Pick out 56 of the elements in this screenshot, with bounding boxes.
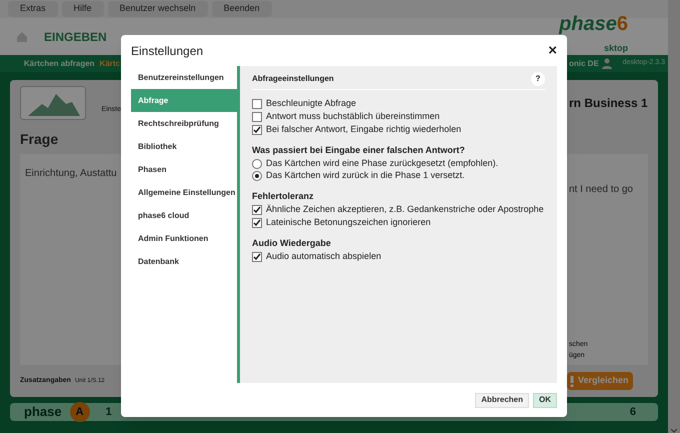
- checkbox[interactable]: [252, 124, 262, 134]
- checkbox[interactable]: [252, 204, 262, 214]
- checkbox[interactable]: [252, 112, 262, 122]
- scrollbar[interactable]: [668, 0, 680, 433]
- settings-tab[interactable]: Allgemeine Einstellungen: [131, 181, 237, 204]
- logo-word: phase: [559, 14, 617, 34]
- option-label: Das Kärtchen wird eine Phase zurückgesetzt (empfohlen).: [266, 156, 498, 170]
- exclamation-icon: [570, 376, 574, 386]
- option-label: Beschleunigte Abfrage: [266, 96, 356, 110]
- checkbox[interactable]: [252, 98, 262, 108]
- user-name: onic DE: [569, 58, 599, 70]
- dialog-title: Einstellungen: [131, 42, 204, 60]
- option-label: Bei falscher Antwort, Eingabe richtig wiederholen: [266, 122, 462, 136]
- question-heading: Frage: [20, 130, 58, 149]
- menu-item[interactable]: Extras: [8, 1, 58, 17]
- option-label: Ähnliche Zeichen akzeptieren, z.B. Gedankenstriche oder Apostrophe: [266, 202, 544, 216]
- logo-digit: 6: [616, 14, 628, 34]
- settings-tab[interactable]: Phasen: [131, 158, 237, 181]
- settings-tab[interactable]: Admin Funktionen: [131, 227, 237, 250]
- mountain-icon: [20, 86, 86, 120]
- option-label: Audio automatisch abspielen: [266, 250, 382, 264]
- check-icon: [253, 126, 261, 134]
- answer-text: nt I need to go: [569, 183, 633, 197]
- phase-number: 6: [630, 404, 636, 420]
- settings-tab[interactable]: Datenbank: [131, 250, 237, 273]
- phase-label: phase: [24, 403, 62, 422]
- check-icon: [253, 253, 261, 261]
- settings-tab[interactable]: Benutzereinstellungen: [131, 66, 237, 89]
- menu-item[interactable]: Benutzer wechseln: [108, 1, 208, 17]
- chevron-down-icon[interactable]: [671, 429, 677, 433]
- menu-item[interactable]: Beenden: [212, 1, 272, 17]
- radio-button[interactable]: [252, 158, 262, 168]
- course-title: rn Business 1: [568, 94, 648, 112]
- close-button[interactable]: ×: [548, 43, 557, 58]
- option-label: Lateinische Betonungszeichen ignorieren: [266, 216, 431, 229]
- logo-subtitle: sktop: [604, 44, 628, 53]
- section-heading: Was passiert bei Eingabe einer falschen Antwort?: [252, 144, 466, 157]
- option-label: Das Kärtchen wird zurück in die Phase 1 versetzt.: [266, 168, 465, 182]
- settings-tab[interactable]: Rechtschreibprüfung: [131, 112, 237, 135]
- settings-tab[interactable]: phase6 cloud: [131, 204, 237, 227]
- menu-item[interactable]: Hilfe: [62, 1, 104, 17]
- phase-number: 1: [106, 404, 112, 420]
- help-button[interactable]: ?: [531, 72, 545, 86]
- checkbox[interactable]: [252, 218, 262, 228]
- section-heading: Audio Wiedergabe: [252, 237, 332, 250]
- panel-title: Abfrageeinstellungen: [252, 73, 334, 85]
- dialog-button[interactable]: OK: [533, 392, 557, 408]
- user-icon[interactable]: [602, 58, 612, 69]
- checkbox[interactable]: [252, 252, 262, 262]
- dialog-button[interactable]: Abbrechen: [475, 392, 529, 408]
- radio-button[interactable]: [252, 170, 262, 180]
- question-text: Einrichtung, Austattu: [25, 168, 117, 179]
- option-label: Antwort muss buchstäblich übereinstimmen: [266, 110, 440, 123]
- section-heading: Fehlertoleranz: [252, 190, 315, 202]
- phase-badge: A: [70, 402, 90, 422]
- settings-tab[interactable]: Bibliothek: [131, 135, 237, 158]
